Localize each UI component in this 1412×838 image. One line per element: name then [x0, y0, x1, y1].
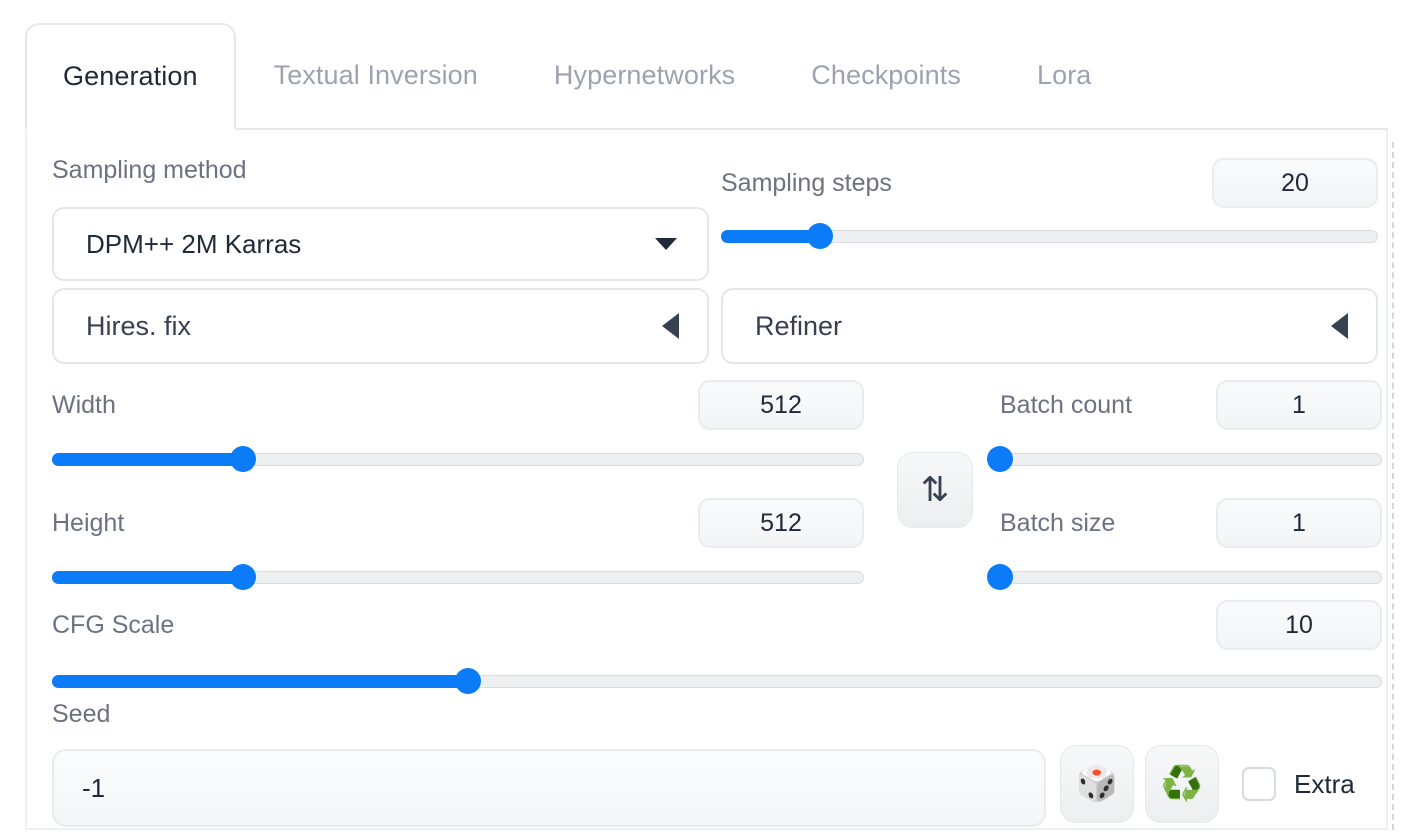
seed-value: -1: [82, 772, 106, 803]
height-slider[interactable]: [52, 564, 864, 590]
height-input[interactable]: 512: [698, 498, 864, 548]
slider-thumb[interactable]: [229, 446, 256, 472]
tab-generation-label: Generation: [63, 61, 198, 91]
tab-textual-inversion[interactable]: Textual Inversion: [236, 23, 516, 128]
sampler-and-steps-row: Sampling method DPM++ 2M Karras Sampling…: [52, 158, 1382, 281]
extra-checkbox[interactable]: [1242, 767, 1276, 801]
swap-dimensions-button[interactable]: ⇅: [897, 452, 973, 528]
slider-fill: [52, 675, 469, 688]
refiner-accordion[interactable]: Refiner: [721, 288, 1378, 364]
generation-panel-root: Generation Textual Inversion Hypernetwor…: [0, 0, 1412, 838]
image-size-group: Width 512 Height 512: [52, 380, 864, 590]
slider-fill: [52, 453, 243, 466]
slider-thumb[interactable]: [987, 446, 1013, 472]
dice-icon: 🎲: [1075, 765, 1119, 803]
height-label: Height: [52, 508, 125, 537]
slider-track: [1000, 453, 1382, 466]
seed-actions: 🎲 ♻️ Extra: [1060, 745, 1355, 823]
refiner-accordion-wrap: Refiner: [721, 288, 1378, 364]
sampling-method-group: Sampling method DPM++ 2M Karras: [52, 158, 709, 281]
sampling-steps-label: Sampling steps: [721, 168, 892, 197]
extra-label: Extra: [1294, 768, 1355, 799]
seed-label: Seed: [52, 700, 111, 728]
cfg-scale-input[interactable]: 10: [1216, 600, 1382, 650]
slider-fill: [721, 230, 820, 243]
width-header: Width 512: [52, 380, 864, 430]
refiner-label: Refiner: [755, 310, 843, 341]
height-header: Height 512: [52, 498, 864, 548]
batch-size-slider[interactable]: [987, 564, 1382, 590]
batch-count-header: Batch count 1: [1000, 380, 1382, 430]
swap-vertical-icon: ⇅: [920, 471, 950, 509]
tab-hypernetworks[interactable]: Hypernetworks: [516, 23, 773, 128]
tab-generation[interactable]: Generation: [25, 23, 236, 130]
extra-checkbox-wrap: Extra: [1242, 767, 1355, 801]
triangle-left-icon: [1331, 313, 1348, 339]
hires-fix-accordion-wrap: Hires. fix: [52, 288, 709, 364]
tab-bar: Generation Textual Inversion Hypernetwor…: [25, 23, 1388, 130]
cfg-scale-label: CFG Scale: [52, 610, 175, 639]
cfg-scale-row: CFG Scale 10: [52, 600, 1382, 694]
cfg-scale-slider[interactable]: [52, 668, 1382, 694]
batch-count-input[interactable]: 1: [1216, 380, 1382, 430]
seed-row: Seed -1 🎲 ♻️ Extra: [52, 700, 1382, 827]
width-slider[interactable]: [52, 446, 864, 472]
sampling-steps-input[interactable]: 20: [1212, 158, 1378, 208]
batch-size-input[interactable]: 1: [1216, 498, 1382, 548]
hires-fix-label: Hires. fix: [86, 310, 192, 341]
sampling-steps-group: Sampling steps 20: [721, 158, 1378, 249]
accordion-row: Hires. fix Refiner: [52, 288, 1382, 364]
hires-fix-accordion[interactable]: Hires. fix: [52, 288, 709, 364]
batch-size-header: Batch size 1: [1000, 498, 1382, 548]
sampling-method-dropdown[interactable]: DPM++ 2M Karras: [52, 207, 709, 281]
slider-thumb[interactable]: [229, 564, 256, 590]
width-input[interactable]: 512: [698, 380, 864, 430]
tab-lora-label: Lora: [1036, 60, 1092, 90]
slider-thumb[interactable]: [455, 668, 482, 694]
sampling-steps-header: Sampling steps 20: [721, 158, 1378, 208]
triangle-left-icon: [662, 313, 679, 339]
seed-input[interactable]: -1: [52, 749, 1046, 827]
chevron-down-icon: [655, 238, 677, 250]
size-and-batch-row: Width 512 Height 512 ⇅ Batch count 1 Bat…: [52, 380, 1382, 590]
cfg-scale-header: CFG Scale 10: [52, 600, 1382, 650]
panel-dashed-divider: [1392, 142, 1394, 830]
batch-group: Batch count 1 Batch size 1: [987, 380, 1382, 590]
batch-count-slider[interactable]: [987, 446, 1382, 472]
sampling-steps-slider[interactable]: [721, 223, 1378, 249]
reuse-seed-button[interactable]: ♻️: [1145, 745, 1219, 823]
recycle-icon: ♻️: [1160, 765, 1204, 803]
tab-checkpoints-label: Checkpoints: [811, 60, 961, 90]
slider-thumb[interactable]: [806, 223, 833, 249]
slider-track: [1000, 571, 1382, 584]
slider-thumb[interactable]: [987, 564, 1013, 590]
slider-fill: [52, 571, 243, 584]
batch-count-label: Batch count: [1000, 390, 1133, 419]
tab-lora[interactable]: Lora: [999, 23, 1129, 128]
tab-checkpoints[interactable]: Checkpoints: [773, 23, 999, 128]
sampling-method-value: DPM++ 2M Karras: [86, 228, 302, 259]
tab-hypernetworks-label: Hypernetworks: [553, 60, 736, 90]
randomize-seed-button[interactable]: 🎲: [1060, 745, 1134, 823]
batch-size-label: Batch size: [1000, 508, 1116, 537]
tab-textual-inversion-label: Textual Inversion: [273, 60, 478, 90]
sampling-method-label: Sampling method: [52, 156, 247, 184]
width-label: Width: [52, 390, 116, 419]
